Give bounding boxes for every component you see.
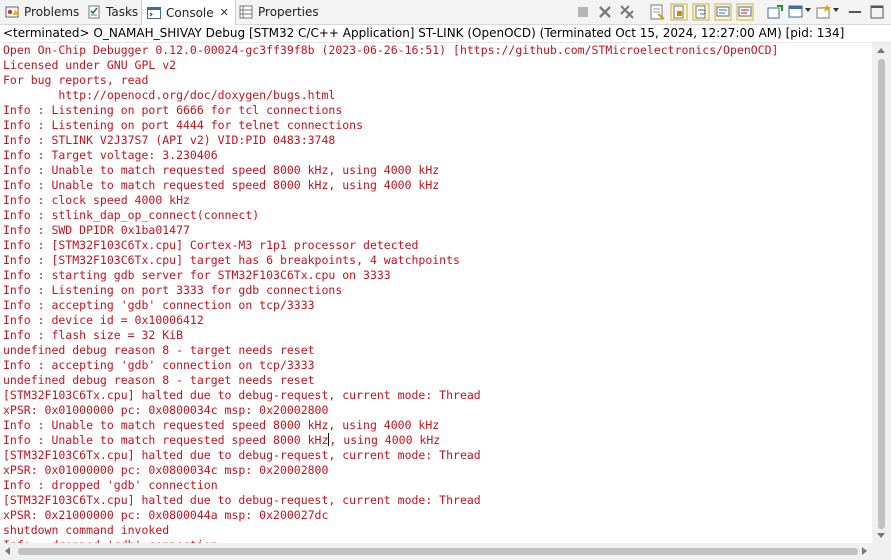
open-console-icon[interactable] (815, 2, 839, 22)
tasks-icon (86, 4, 102, 20)
word-wrap-icon[interactable] (691, 2, 711, 22)
console-toolbar (571, 2, 887, 22)
console-line: Info : Listening on port 3333 for gdb co… (3, 283, 343, 297)
console-line: [STM32F103C6Tx.cpu] halted due to debug-… (3, 493, 481, 507)
console-line: Info : Unable to match requested speed 8… (3, 418, 440, 432)
tab-label: Properties (258, 5, 319, 19)
minimize-icon[interactable] (845, 2, 865, 22)
console-line: Info : SWD DPIDR 0x1ba01477 (3, 223, 190, 237)
scrollbar-thumb[interactable] (18, 548, 858, 555)
tab-label: Tasks (106, 5, 139, 19)
console-line: undefined debug reason 8 - target needs … (3, 343, 315, 357)
console-line: Info : Unable to match requested speed 8… (3, 178, 440, 192)
show-on-stdout-change-icon[interactable] (713, 2, 733, 22)
tab-properties[interactable]: Properties (234, 0, 319, 24)
vertical-scrollbar[interactable] (872, 43, 891, 543)
scroll-right-arrow-icon[interactable] (862, 547, 867, 555)
console-line: Info : Unable to match requested speed 8… (3, 433, 441, 447)
scroll-lock-icon[interactable] (669, 2, 689, 22)
console-line: xPSR: 0x01000000 pc: 0x0800034c msp: 0x2… (3, 463, 329, 477)
tab-tasks[interactable]: Tasks (82, 0, 138, 24)
console-line: Info : starting gdb server for STM32F103… (3, 268, 391, 282)
terminate-icon[interactable] (573, 2, 593, 22)
console-line: Info : accepting 'gdb' connection on tcp… (3, 358, 315, 372)
toolbar-separator (639, 2, 645, 22)
console-line: Info : Listening on port 6666 for tcl co… (3, 103, 343, 117)
problems-icon (4, 4, 20, 20)
console-line: [STM32F103C6Tx.cpu] halted due to debug-… (3, 388, 481, 402)
tab-label: Console (166, 5, 214, 20)
console-line: For bug reports, read (3, 73, 149, 87)
console-line: shutdown command invoked (3, 523, 170, 537)
scrollbar-thumb[interactable] (878, 59, 885, 529)
console-line: Info : STLINK V2J37S7 (API v2) VID:PID 0… (3, 133, 336, 147)
process-description: <terminated> O_NAMAH_SHIVAY Debug [STM32… (0, 25, 891, 43)
console-line: Info : [STM32F103C6Tx.cpu] target has 6 … (3, 253, 460, 267)
console-line: Open On-Chip Debugger 0.12.0-00024-gc3ff… (3, 43, 779, 57)
view-tab-bar: Problems Tasks Console ✕ Properties (0, 0, 891, 25)
pin-console-icon[interactable] (765, 2, 785, 22)
console-line: Info : accepting 'gdb' connection on tcp… (3, 298, 315, 312)
console-line: Info : flash size = 32 KiB (3, 328, 184, 342)
chevron-down-icon[interactable] (805, 8, 811, 12)
show-on-stderr-change-icon[interactable] (735, 2, 755, 22)
console-line: Licensed under GNU GPL v2 (3, 58, 177, 72)
console-icon (146, 5, 162, 21)
tab-label: Problems (24, 5, 80, 19)
console-line: Info : Listening on port 4444 for telnet… (3, 118, 364, 132)
scroll-down-arrow-icon[interactable] (877, 533, 885, 538)
properties-icon (238, 4, 254, 20)
scrollbar-corner (872, 543, 891, 560)
console-output[interactable]: Open On-Chip Debugger 0.12.0-00024-gc3ff… (3, 43, 871, 543)
scroll-left-arrow-icon[interactable] (5, 547, 10, 555)
text-cursor (328, 433, 330, 446)
toolbar-separator (837, 2, 843, 22)
remove-all-terminated-icon[interactable] (617, 2, 637, 22)
console-line: [STM32F103C6Tx.cpu] halted due to debug-… (3, 448, 481, 462)
console-line: Info : Target voltage: 3.230406 (3, 148, 218, 162)
maximize-icon[interactable] (867, 2, 887, 22)
console-line: http://openocd.org/doc/doxygen/bugs.html (3, 88, 336, 102)
console-line: xPSR: 0x21000000 pc: 0x0800044a msp: 0x2… (3, 508, 329, 522)
scroll-up-arrow-icon[interactable] (877, 48, 885, 53)
tab-console[interactable]: Console ✕ (141, 0, 236, 25)
remove-launch-icon[interactable] (595, 2, 615, 22)
toolbar-separator (757, 2, 763, 22)
console-line: Info : device id = 0x10006412 (3, 313, 204, 327)
horizontal-scrollbar[interactable] (0, 543, 872, 560)
console-line: undefined debug reason 8 - target needs … (3, 373, 315, 387)
tab-problems[interactable]: Problems (0, 0, 79, 24)
console-line: Info : [STM32F103C6Tx.cpu] Cortex-M3 r1p… (3, 238, 419, 252)
clear-console-icon[interactable] (647, 2, 667, 22)
close-icon[interactable]: ✕ (220, 6, 229, 19)
console-line: Info : stlink_dap_op_connect(connect) (3, 208, 260, 222)
display-selected-console-icon[interactable] (787, 2, 811, 22)
console-line: Info : Unable to match requested speed 8… (3, 163, 440, 177)
console-line: Info : dropped 'gdb' connection (3, 478, 218, 492)
console-line: xPSR: 0x01000000 pc: 0x0800034c msp: 0x2… (3, 403, 329, 417)
console-line: Info : clock speed 4000 kHz (3, 193, 190, 207)
